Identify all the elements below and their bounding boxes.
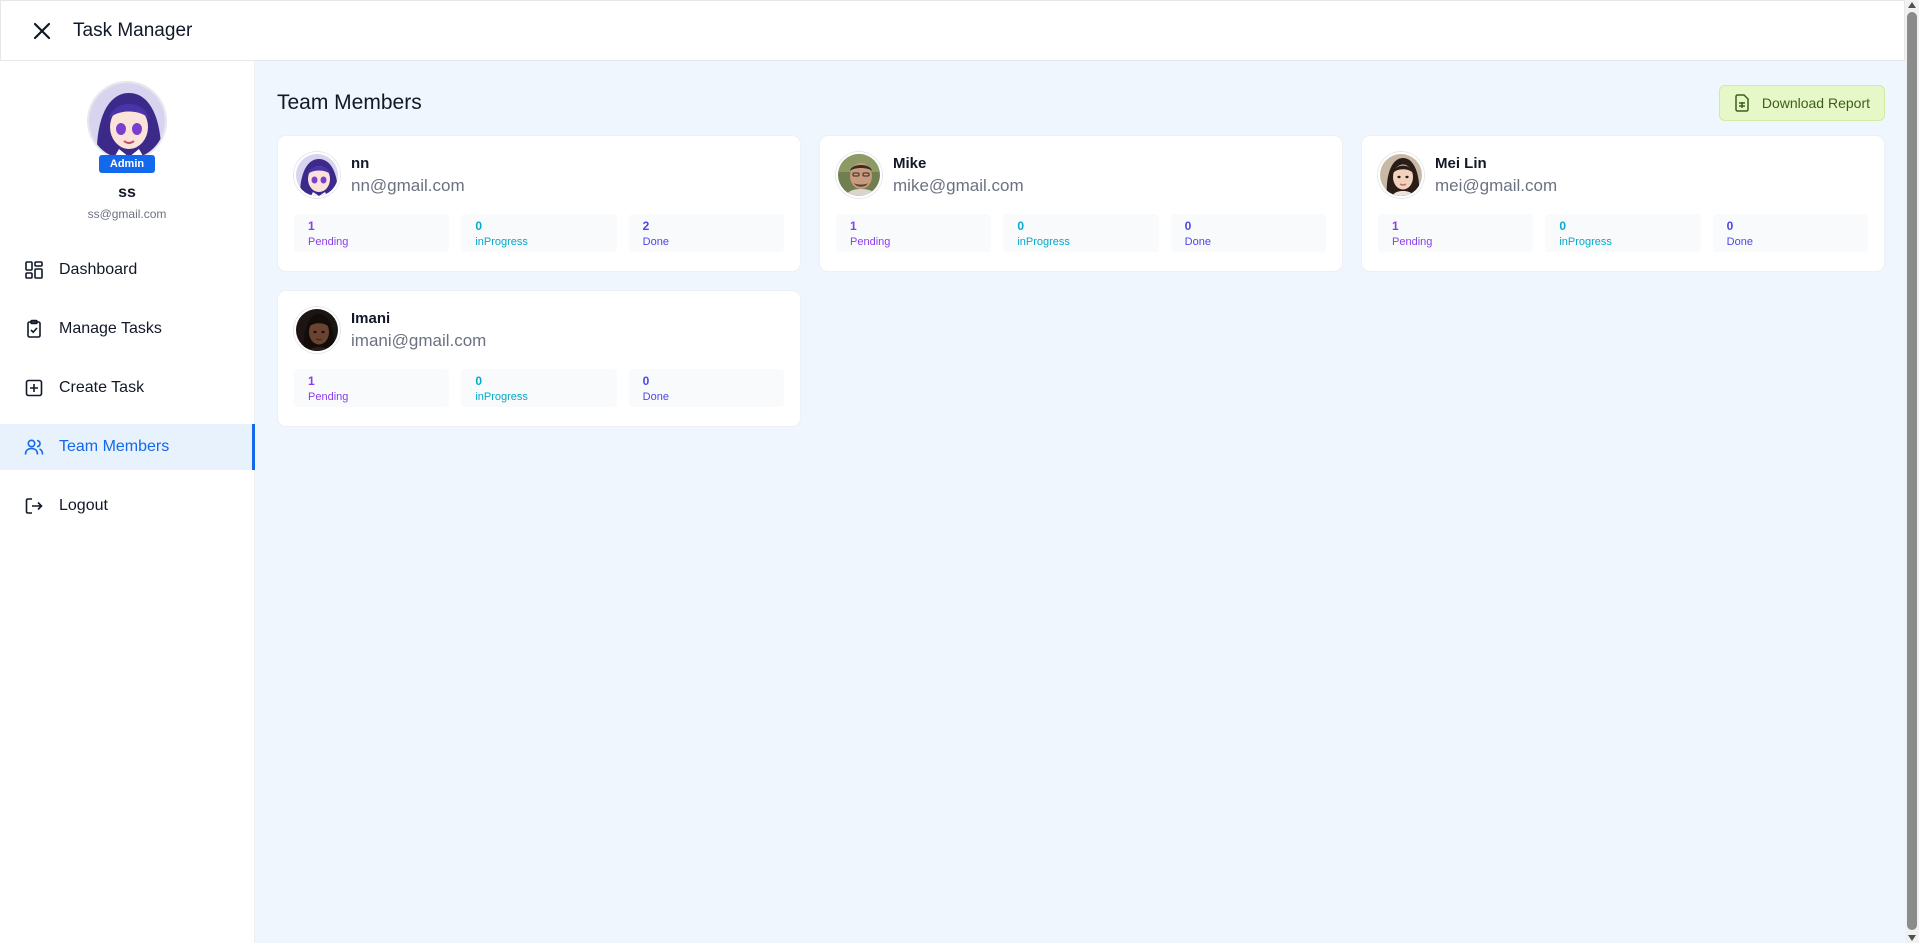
page-header: Team Members Download Report (277, 83, 1885, 123)
sidebar-nav: Dashboard Manage Tasks Create Task Team … (0, 247, 255, 529)
avatar (294, 152, 340, 198)
stat-pending: 1 Pending (1378, 214, 1534, 252)
scroll-up-arrow-icon[interactable] (1908, 2, 1916, 8)
scrollbar-thumb[interactable] (1907, 12, 1917, 930)
stat-value: 0 (1017, 219, 1025, 233)
member-card[interactable]: Mike mike@gmail.com 1 Pending 0 inProgre… (819, 135, 1343, 272)
main-content: Team Members Download Report nn nn@gmail… (255, 61, 1905, 943)
sidebar-item-label: Create Task (59, 379, 145, 396)
member-name: Mike (893, 154, 927, 172)
stat-value: 1 (308, 219, 315, 233)
app-title: Task Manager (73, 19, 193, 41)
sidebar-item-logout[interactable]: Logout (0, 483, 254, 529)
member-email: imani@gmail.com (351, 330, 487, 350)
stat-inprogress: 0 inProgress (461, 214, 617, 252)
stat-value: 1 (850, 219, 857, 233)
stat-label: Pending (308, 236, 349, 248)
spreadsheet-icon (1734, 94, 1750, 112)
stat-label: Done (642, 236, 669, 248)
dashboard-icon (24, 260, 44, 280)
scroll-down-arrow-icon[interactable] (1908, 935, 1916, 941)
sidebar-item-create-task[interactable]: Create Task (0, 365, 254, 411)
stat-label: inProgress (475, 391, 528, 403)
sidebar-item-label: Dashboard (59, 261, 138, 278)
stat-value: 2 (642, 219, 650, 233)
stat-done: 0 Done (1170, 214, 1326, 252)
stat-done: 0 Done (1712, 214, 1868, 252)
stat-label: Pending (1392, 236, 1433, 248)
logout-icon (24, 496, 44, 516)
member-card[interactable]: Imani imani@gmail.com 1 Pending 0 inProg… (277, 290, 801, 427)
team-member-grid: nn nn@gmail.com 1 Pending 0 inProgress 2… (277, 135, 1887, 427)
profile-name: ss (118, 184, 136, 201)
member-name: Imani (351, 309, 391, 327)
member-email: nn@gmail.com (351, 175, 465, 195)
member-stats: 1 Pending 0 inProgress 0 Done (1378, 214, 1868, 252)
stat-inprogress: 0 inProgress (461, 369, 617, 407)
plus-square-icon (24, 378, 44, 398)
stat-done: 0 Done (628, 369, 784, 407)
stat-label: inProgress (1017, 236, 1070, 248)
avatar (1378, 152, 1424, 198)
sidebar: Admin ss ss@gmail.com Dashboard Manage T… (0, 61, 255, 943)
stat-label: Done (642, 391, 669, 403)
stat-label: Pending (308, 391, 349, 403)
member-name: nn (351, 154, 370, 172)
stat-label: inProgress (475, 236, 528, 248)
member-email: mei@gmail.com (1435, 175, 1558, 195)
download-report-button[interactable]: Download Report (1718, 85, 1885, 121)
stat-label: inProgress (1559, 236, 1612, 248)
sidebar-item-label: Logout (59, 497, 108, 514)
clipboard-check-icon (24, 319, 44, 339)
avatar (294, 307, 340, 353)
avatar (836, 152, 882, 198)
member-stats: 1 Pending 0 inProgress 2 Done (294, 214, 784, 252)
top-bar: Task Manager (0, 0, 1905, 61)
stat-value: 0 (1184, 219, 1192, 233)
member-stats: 1 Pending 0 inProgress 0 Done (836, 214, 1326, 252)
member-card[interactable]: nn nn@gmail.com 1 Pending 0 inProgress 2… (277, 135, 801, 272)
users-icon (24, 437, 44, 457)
stat-value: 0 (1559, 219, 1567, 233)
stat-label: Done (1726, 236, 1753, 248)
stat-pending: 1 Pending (294, 214, 450, 252)
stat-value: 0 (642, 374, 650, 388)
member-card[interactable]: Mei Lin mei@gmail.com 1 Pending 0 inProg… (1361, 135, 1885, 272)
stat-inprogress: 0 inProgress (1545, 214, 1701, 252)
close-icon[interactable] (27, 16, 57, 46)
stat-value: 1 (1392, 219, 1399, 233)
sidebar-item-label: Team Members (59, 438, 170, 455)
download-report-label: Download Report (1761, 95, 1870, 111)
stat-done: 2 Done (628, 214, 784, 252)
member-stats: 1 Pending 0 inProgress 0 Done (294, 369, 784, 407)
page-title: Team Members (277, 91, 422, 114)
sidebar-item-label: Manage Tasks (59, 320, 162, 337)
stat-pending: 1 Pending (836, 214, 992, 252)
stat-value: 0 (475, 219, 483, 233)
role-badge: Admin (98, 155, 156, 173)
profile-email: ss@gmail.com (87, 207, 167, 221)
stat-inprogress: 0 inProgress (1003, 214, 1159, 252)
stat-label: Done (1184, 236, 1211, 248)
stat-label: Pending (850, 236, 891, 248)
sidebar-item-team-members[interactable]: Team Members (0, 424, 255, 470)
page-scrollbar[interactable] (1905, 0, 1919, 943)
stat-value: 0 (475, 374, 483, 388)
stat-value: 0 (1726, 219, 1734, 233)
stat-pending: 1 Pending (294, 369, 450, 407)
avatar (87, 81, 167, 161)
profile-section: Admin ss ss@gmail.com (0, 61, 254, 221)
sidebar-item-dashboard[interactable]: Dashboard (0, 247, 254, 293)
sidebar-item-manage-tasks[interactable]: Manage Tasks (0, 306, 254, 352)
member-email: mike@gmail.com (893, 175, 1024, 195)
stat-value: 1 (308, 374, 315, 388)
member-name: Mei Lin (1435, 154, 1487, 172)
